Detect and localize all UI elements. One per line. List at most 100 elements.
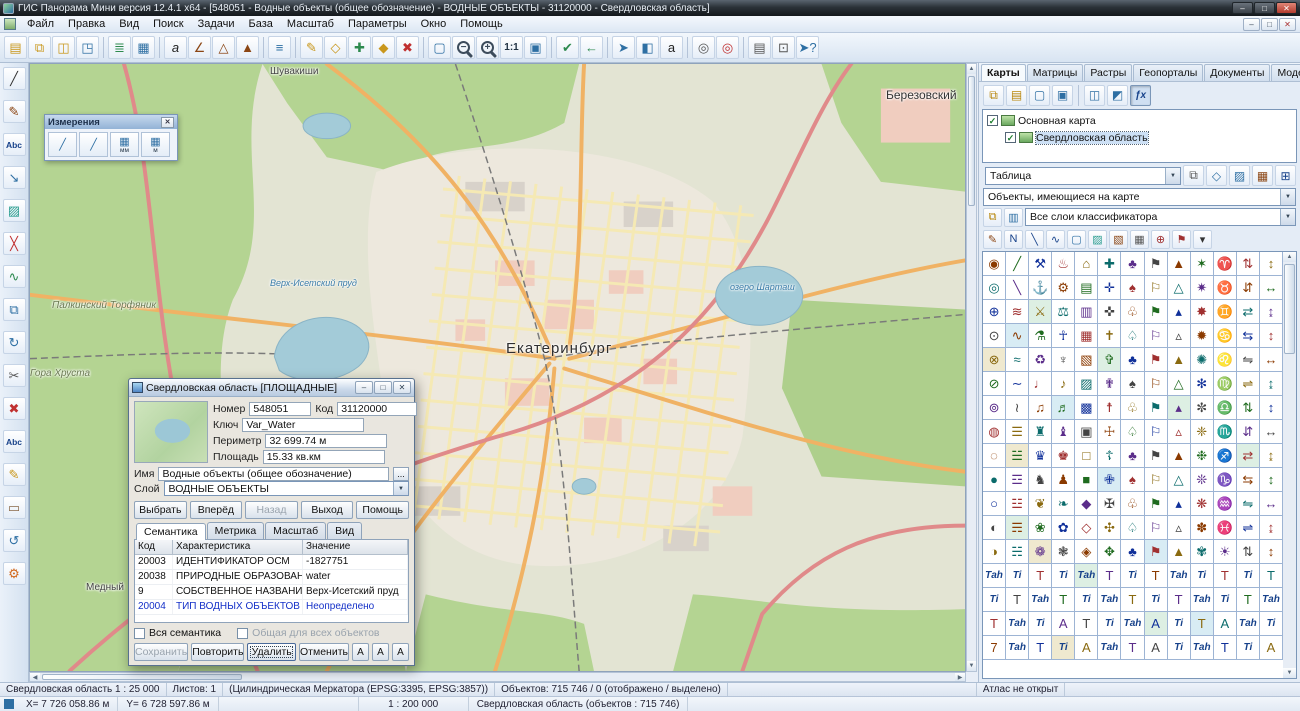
search-object-icon[interactable]: ◎ — [716, 36, 739, 59]
fill-tool[interactable]: ▨ — [2, 199, 26, 222]
palette-symbol[interactable]: ✛ — [1098, 276, 1122, 300]
palette-symbol[interactable]: ▵ — [1167, 420, 1191, 444]
palette-symbol[interactable]: Tаh — [1006, 636, 1030, 660]
palette-symbol[interactable]: ⇵ — [1236, 276, 1260, 300]
palette-symbol[interactable]: Ti — [1075, 588, 1099, 612]
palette-symbol[interactable]: ⊙ — [983, 324, 1007, 348]
palette-symbol[interactable]: ♟ — [1052, 468, 1076, 492]
palette-symbol[interactable]: □ — [1075, 444, 1099, 468]
palette-symbol[interactable]: ✚ — [1098, 252, 1122, 276]
palette-symbol[interactable]: ↨ — [1259, 372, 1283, 396]
palette-symbol[interactable]: T — [1236, 588, 1260, 612]
palette-symbol[interactable]: ♓ — [1213, 516, 1237, 540]
minimize-button[interactable]: – — [355, 381, 373, 394]
matrix-mm-icon[interactable]: ▦ мм — [110, 132, 139, 157]
palette-symbol[interactable]: ╱ — [1006, 252, 1030, 276]
add-map-icon[interactable]: ▢ — [1029, 84, 1050, 106]
palette-symbol[interactable]: ✽ — [1190, 516, 1214, 540]
semantic-row[interactable]: 20038ПРИРОДНЫЕ ОБРАЗОВАНИЯwater — [135, 570, 408, 585]
palette-symbol[interactable]: Ti — [1144, 588, 1168, 612]
pencil-tool[interactable]: ✎ — [2, 463, 26, 486]
measure-area-icon[interactable]: △ — [212, 36, 235, 59]
palette-symbol[interactable]: △ — [1167, 276, 1191, 300]
palette-symbol[interactable]: ↕ — [1259, 396, 1283, 420]
maximize-button[interactable]: □ — [374, 381, 392, 394]
fx-icon[interactable]: ƒx — [1130, 84, 1151, 106]
menu-item[interactable]: Задачи — [191, 17, 242, 31]
pen-icon[interactable]: ✎ — [983, 229, 1002, 249]
palette-symbol[interactable]: Tаh — [1167, 564, 1191, 588]
palette-symbol[interactable]: ⇆ — [1236, 468, 1260, 492]
maximize-button[interactable]: □ — [1261, 17, 1278, 31]
palette-symbol[interactable]: Tаh — [1236, 612, 1260, 636]
exit-button[interactable]: Выход — [300, 501, 354, 519]
palette-symbol[interactable]: ⚔ — [1029, 300, 1053, 324]
tab-scale[interactable]: Масштаб — [265, 522, 327, 539]
palette-symbol[interactable]: ♣ — [1121, 444, 1145, 468]
palette-symbol[interactable]: ⇅ — [1236, 252, 1260, 276]
palette-symbol[interactable]: ♏ — [1213, 420, 1237, 444]
layer-filter-icon[interactable]: ▥ — [1004, 208, 1023, 227]
scroll-thumb[interactable] — [42, 674, 242, 680]
menu-item[interactable]: Параметры — [341, 17, 414, 31]
copy-tool[interactable]: ⧉ — [2, 298, 26, 321]
palette-symbol[interactable]: ■ — [1075, 468, 1099, 492]
palette-symbol[interactable]: ▤ — [1075, 276, 1099, 300]
palette-symbol[interactable]: Tаh — [1075, 564, 1099, 588]
scroll-down-icon[interactable]: ▼ — [1283, 668, 1296, 678]
edit-point-tool[interactable]: ╱ — [2, 67, 26, 90]
palette-symbol[interactable]: ✞ — [1098, 348, 1122, 372]
palette-symbol[interactable]: ⚑ — [1144, 396, 1168, 420]
combo-arrow-icon[interactable]: ▼ — [393, 482, 408, 495]
palette-symbol[interactable]: ♧ — [1121, 396, 1145, 420]
close-icon[interactable]: ✕ — [161, 116, 174, 128]
scroll-up-icon[interactable]: ▲ — [967, 64, 976, 74]
scroll-up-icon[interactable]: ▲ — [1283, 252, 1296, 262]
palette-symbol[interactable]: ↨ — [1259, 444, 1283, 468]
measure-panel-titlebar[interactable]: Измерения ✕ — [45, 115, 177, 129]
palette-symbol[interactable]: ⚑ — [1144, 252, 1168, 276]
palette-symbol[interactable]: ⇅ — [1236, 396, 1260, 420]
scissors-tool[interactable]: ✂ — [2, 364, 26, 387]
palette-symbol[interactable]: ▲ — [1167, 252, 1191, 276]
palette-symbol[interactable]: T — [1213, 564, 1237, 588]
help-select-icon[interactable]: ➤? — [796, 36, 819, 59]
palette-symbol[interactable]: ♞ — [1029, 468, 1053, 492]
maximize-button[interactable]: □ — [1254, 2, 1275, 14]
scale-1-1-button[interactable]: 1:1 — [500, 36, 523, 59]
palette-symbol[interactable]: ♈ — [1213, 252, 1237, 276]
palette-symbol[interactable]: ∼ — [1006, 372, 1030, 396]
palette-symbol[interactable]: ✣ — [1098, 516, 1122, 540]
palette-symbol[interactable]: ♍ — [1213, 372, 1237, 396]
palette-symbol[interactable]: ☀ — [1213, 540, 1237, 564]
palette-symbol[interactable]: ✿ — [1052, 516, 1076, 540]
palette-symbol[interactable]: Ti — [1006, 564, 1030, 588]
view-scale[interactable]: 1 : 200 000 — [359, 697, 469, 711]
palette-symbol[interactable]: ╲ — [1006, 276, 1030, 300]
info-panel-icon[interactable]: ◧ — [636, 36, 659, 59]
tree-item[interactable]: ✓ Основная карта — [983, 112, 1296, 129]
spline-style-icon[interactable]: ∿ — [1046, 229, 1065, 249]
palette-symbol[interactable]: T — [1190, 612, 1214, 636]
column-header[interactable]: Код — [135, 540, 173, 554]
palette-symbol[interactable]: ♬ — [1052, 396, 1076, 420]
palette-symbol[interactable]: ♧ — [1121, 492, 1145, 516]
palette-symbol[interactable]: А — [1144, 636, 1168, 660]
forward-button[interactable]: Вперёд — [189, 501, 243, 519]
pattern-icon[interactable]: ▧ — [1109, 229, 1128, 249]
scroll-down-icon[interactable]: ▼ — [967, 661, 976, 671]
add-object-icon[interactable]: ✚ — [348, 36, 371, 59]
map-vertical-scrollbar[interactable]: ▲ ▼ — [966, 63, 977, 672]
save-icon[interactable]: ◫ — [52, 36, 75, 59]
palette-symbol[interactable]: ♒ — [1213, 492, 1237, 516]
move-tool[interactable]: ↘ — [2, 166, 26, 189]
search-text-icon[interactable]: a — [164, 36, 187, 59]
settings-tool[interactable]: ⚙ — [2, 562, 26, 585]
palette-symbol[interactable]: ♆ — [1052, 348, 1076, 372]
palette-symbol[interactable]: ☩ — [1098, 420, 1122, 444]
select-area-icon[interactable]: ▢ — [428, 36, 451, 59]
palette-symbol[interactable]: ⚐ — [1144, 276, 1168, 300]
repeat-button[interactable]: Повторить — [191, 643, 245, 661]
palette-symbol[interactable]: Tаh — [1190, 636, 1214, 660]
menu-item[interactable]: Вид — [112, 17, 146, 31]
